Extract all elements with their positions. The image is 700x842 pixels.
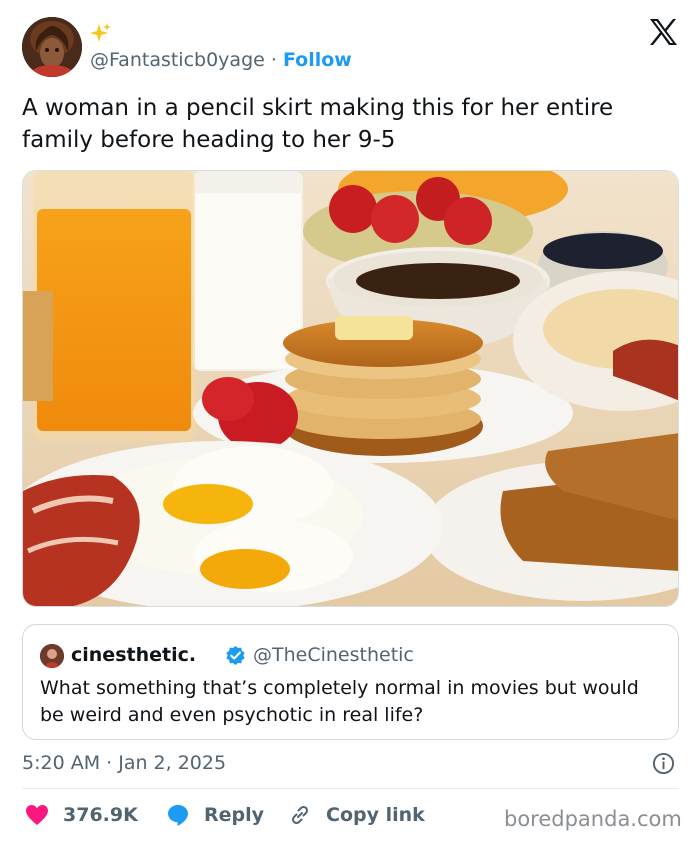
author-handle[interactable]: @Fantasticb0yage: [90, 49, 265, 71]
quote-tweet[interactable]: cinesthetic. @TheCinesthetic What someth…: [22, 624, 679, 740]
reply-label: Reply: [204, 804, 265, 826]
reply-bubble-icon: [168, 805, 188, 826]
tweet-text: A woman in a pencil skirt making this fo…: [22, 95, 614, 153]
copy-link-button[interactable]: Copy link: [288, 800, 425, 830]
x-logo-icon[interactable]: [648, 18, 678, 46]
breakfast-photo[interactable]: [22, 170, 679, 607]
divider: [22, 788, 679, 789]
heart-icon: [26, 805, 48, 825]
reply-button[interactable]: Reply: [166, 800, 264, 830]
info-icon[interactable]: [652, 752, 675, 775]
copy-link-label: Copy link: [326, 804, 425, 826]
follow-button[interactable]: Follow: [283, 49, 352, 71]
tweet-timestamp[interactable]: 5:20 AM · Jan 2, 2025: [22, 751, 226, 775]
sparkles-icon: [90, 23, 111, 42]
author-line: @Fantasticb0yage · Follow: [90, 48, 352, 72]
quote-avatar[interactable]: [40, 644, 64, 668]
link-icon: [291, 805, 309, 825]
boredpanda-watermark: boredpanda.com: [504, 807, 682, 831]
separator: ·: [270, 49, 277, 71]
verified-badge-icon: [226, 645, 245, 666]
like-button[interactable]: 376.9K: [25, 800, 138, 830]
tweet-card: @Fantasticb0yage · Follow A woman in a p…: [0, 0, 700, 842]
like-count: 376.9K: [63, 804, 138, 826]
quote-text: What something that’s completely normal …: [40, 677, 639, 726]
quote-author-name[interactable]: cinesthetic.: [71, 643, 196, 667]
author-avatar[interactable]: [22, 17, 82, 77]
quote-author-handle[interactable]: @TheCinesthetic: [253, 643, 414, 667]
